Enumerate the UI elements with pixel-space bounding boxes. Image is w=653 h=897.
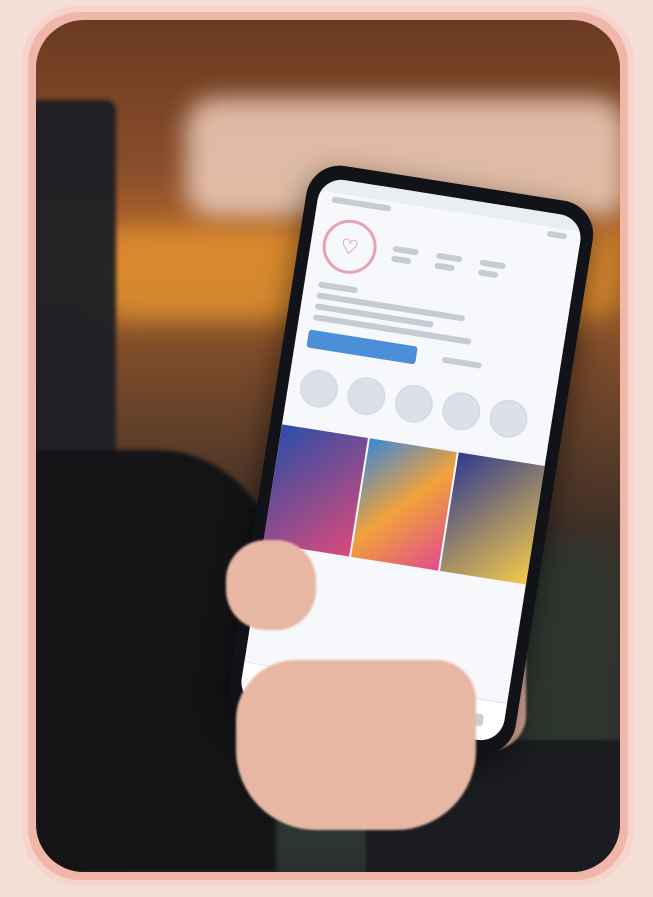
highlight-item[interactable] bbox=[439, 389, 483, 433]
avatar: ♡ bbox=[318, 215, 381, 278]
highlight-item[interactable] bbox=[297, 366, 341, 411]
highlight-item[interactable] bbox=[344, 374, 389, 418]
photo: ♡ bbox=[36, 20, 620, 872]
stat-followers bbox=[434, 252, 463, 272]
highlight-item[interactable] bbox=[392, 382, 436, 426]
post-thumbnail[interactable] bbox=[263, 424, 369, 557]
message-button[interactable] bbox=[441, 356, 483, 369]
highlight-item[interactable] bbox=[486, 397, 531, 441]
menu-line bbox=[546, 230, 568, 240]
stat-posts bbox=[390, 245, 420, 266]
post-thumbnail[interactable] bbox=[439, 452, 545, 585]
stat-following bbox=[477, 259, 506, 279]
post-thumbnail[interactable] bbox=[351, 438, 457, 571]
palm bbox=[236, 660, 476, 830]
avatar-icon: ♡ bbox=[338, 234, 361, 260]
thumb bbox=[226, 540, 316, 630]
profile-stats bbox=[390, 245, 506, 280]
